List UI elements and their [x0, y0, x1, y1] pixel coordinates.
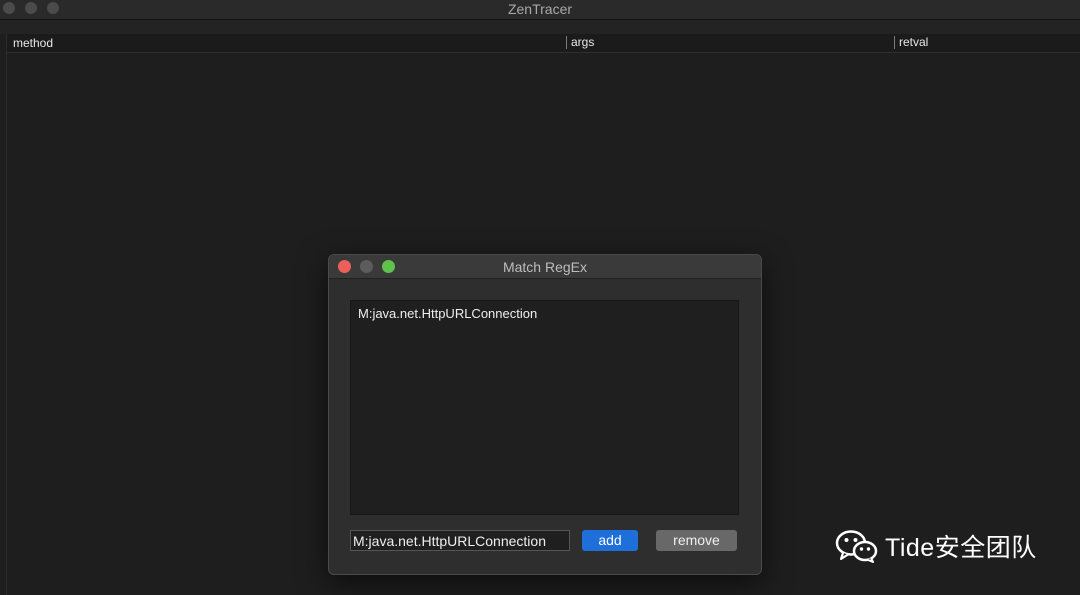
column-header-retval[interactable]: retval — [894, 36, 928, 49]
dialog-title-bar: Match RegEx — [329, 255, 761, 279]
dialog-title: Match RegEx — [502, 259, 588, 275]
window-title: ZenTracer — [507, 1, 573, 17]
column-header-method[interactable]: method — [13, 36, 53, 50]
main-title-bar: ZenTracer — [0, 0, 1080, 20]
column-header-args[interactable]: args — [566, 36, 594, 49]
regex-input[interactable] — [350, 530, 570, 551]
add-button[interactable]: add — [582, 530, 638, 551]
list-item[interactable]: M:java.net.HttpURLConnection — [358, 306, 537, 321]
watermark: Tide安全团队 — [835, 528, 1037, 564]
match-regex-dialog: Match RegEx M:java.net.HttpURLConnection… — [328, 254, 762, 575]
toolbar-area — [0, 20, 1080, 34]
watermark-text: Tide安全团队 — [885, 534, 1037, 562]
remove-button[interactable]: remove — [656, 530, 737, 551]
table-header: method args retval — [7, 34, 1080, 53]
wechat-logo-icon — [835, 530, 878, 563]
regex-list[interactable]: M:java.net.HttpURLConnection — [350, 300, 739, 515]
